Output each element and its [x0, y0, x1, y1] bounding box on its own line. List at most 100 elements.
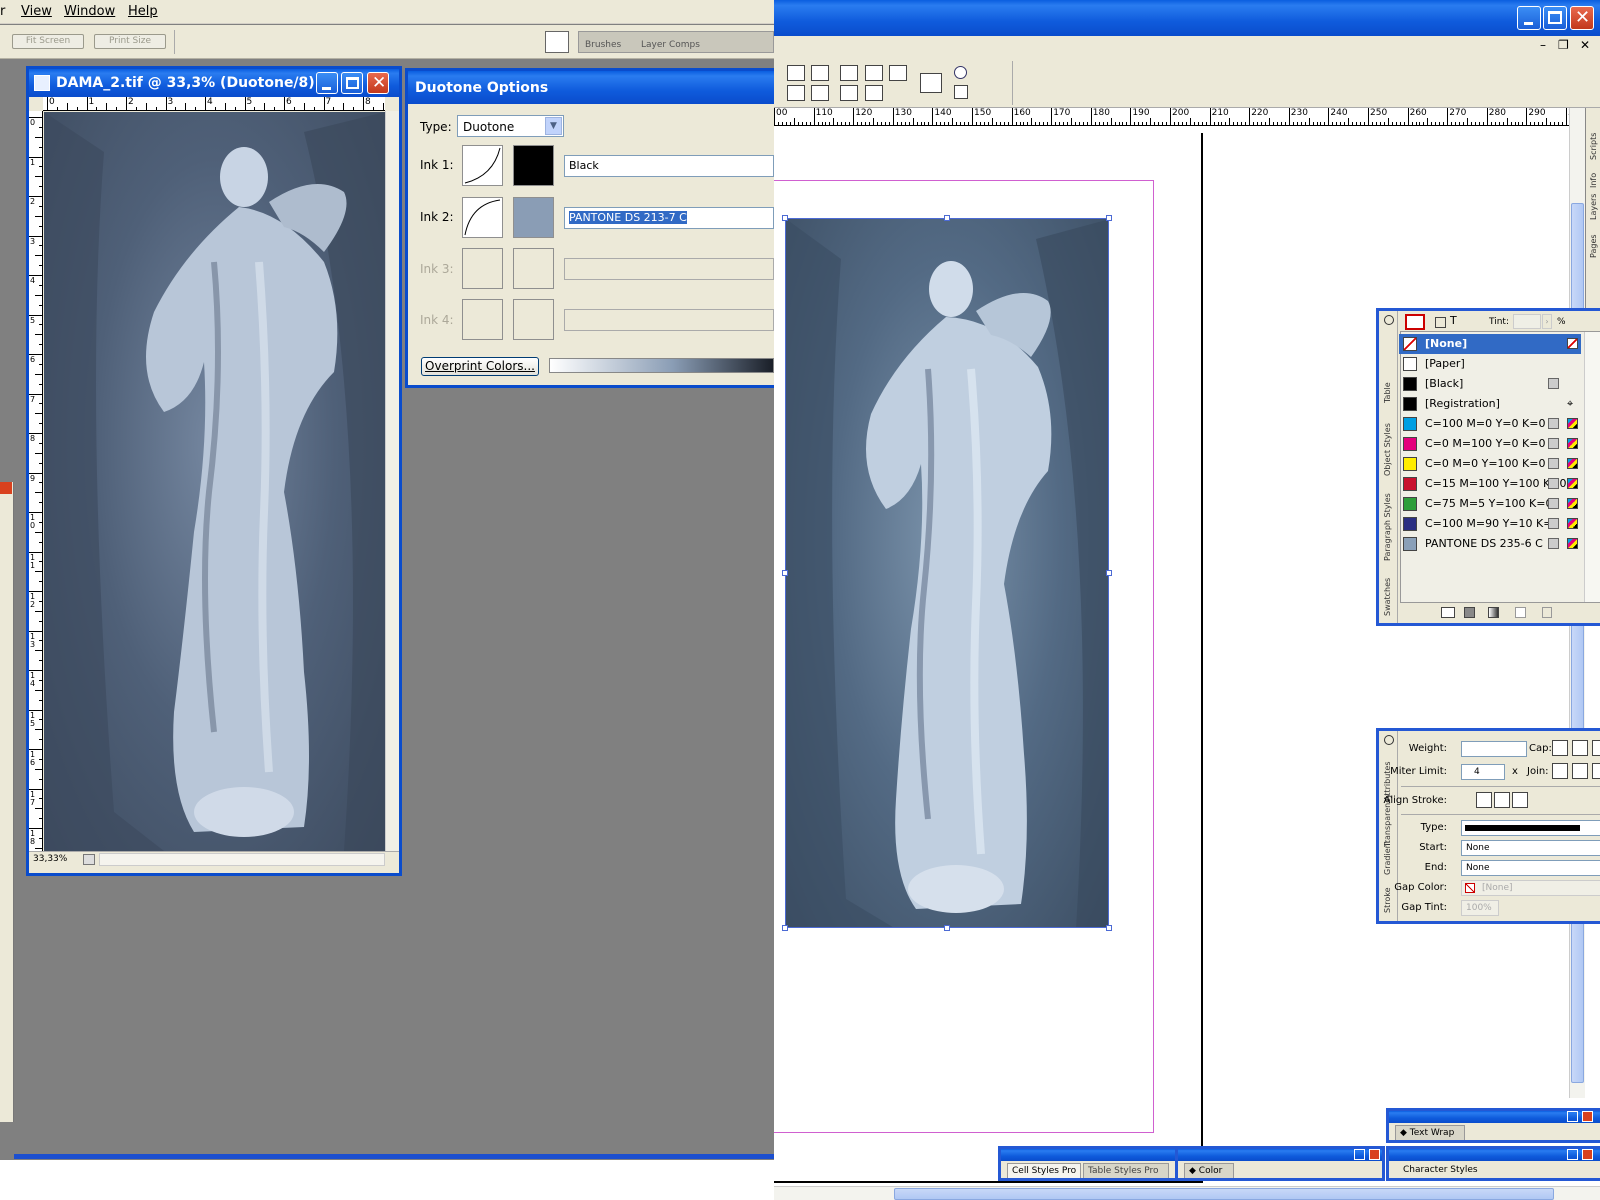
swatch-row[interactable]: C=100 M=0 Y=0 K=0 — [1399, 414, 1581, 434]
swatch-row[interactable]: PANTONE DS 235-6 C — [1399, 534, 1581, 554]
miter-limit-field[interactable]: 4 — [1461, 764, 1505, 780]
round-cap-icon[interactable] — [1572, 740, 1588, 756]
h-scroll-thumb[interactable] — [894, 1188, 1554, 1200]
tab-object-styles[interactable]: Object Styles — [1383, 423, 1392, 476]
fit-frame-icon[interactable] — [840, 65, 858, 81]
menu-help[interactable]: Help — [128, 4, 158, 19]
status-menu-icon[interactable] — [83, 854, 95, 865]
zoom-level[interactable]: 33,33% — [33, 854, 67, 864]
trash-icon[interactable] — [1542, 607, 1552, 618]
end-select[interactable]: None — [1461, 860, 1600, 876]
selection-handle[interactable] — [782, 215, 788, 221]
swatch-row[interactable]: [Black] — [1399, 374, 1581, 394]
color-titlebar[interactable] — [1178, 1149, 1382, 1161]
menu-window[interactable]: Window — [64, 4, 115, 19]
selection-handle[interactable] — [1106, 215, 1112, 221]
panel-menu-icon[interactable] — [1384, 315, 1394, 325]
ink2-curve-button[interactable] — [462, 197, 503, 238]
panel-close-icon[interactable] — [1582, 1111, 1593, 1122]
swatch-row[interactable]: [None] — [1399, 334, 1581, 354]
swatch-row[interactable]: [Paper] — [1399, 354, 1581, 374]
show-gradient-swatches-icon[interactable] — [1488, 607, 1499, 618]
miter-join-icon[interactable] — [1552, 763, 1568, 779]
tab-layer-comps[interactable]: Layer Comps — [641, 40, 700, 50]
id-minimize-button[interactable] — [1517, 6, 1541, 30]
align-inside-stroke-icon[interactable] — [1494, 792, 1510, 808]
placed-duotone-image[interactable] — [785, 218, 1109, 928]
bevel-join-icon[interactable] — [1592, 763, 1600, 779]
start-select[interactable]: None — [1461, 840, 1600, 856]
align-icon[interactable] — [787, 65, 805, 81]
show-color-swatches-icon[interactable] — [1464, 607, 1475, 618]
center-content-icon[interactable] — [889, 65, 907, 81]
stroke-type-select[interactable] — [1461, 820, 1600, 836]
indesign-titlebar[interactable]: ✕ — [774, 0, 1600, 36]
fit-screen-button[interactable]: Fit Screen — [12, 34, 84, 49]
text-format-icon[interactable]: T — [1450, 314, 1457, 327]
fit-content-icon[interactable] — [865, 65, 883, 81]
tab-pages[interactable]: Pages — [1589, 234, 1598, 258]
bridge-icon[interactable] — [920, 73, 942, 93]
minimize-button[interactable] — [316, 72, 338, 94]
ink2-color-swatch[interactable] — [513, 197, 554, 238]
swatch-row[interactable]: C=0 M=0 Y=100 K=0 — [1399, 454, 1581, 474]
ink1-curve-button[interactable] — [462, 145, 503, 186]
type-select[interactable]: Duotone ▼ — [457, 115, 564, 137]
tab-layers[interactable]: Layers — [1589, 194, 1598, 220]
left-palette-close-icon[interactable] — [0, 482, 12, 494]
align-center-icon[interactable] — [787, 85, 805, 101]
close-button[interactable]: ✕ — [367, 72, 389, 94]
mdi-minimize-icon[interactable]: – — [1540, 38, 1546, 52]
fill-frame-icon[interactable] — [840, 85, 858, 101]
menu-view[interactable]: View — [21, 4, 52, 19]
selection-handle[interactable] — [944, 925, 950, 931]
panel-max-icon[interactable] — [1354, 1149, 1365, 1160]
document-titlebar[interactable]: DAMA_2.tif @ 33,3% (Duotone/8) ✕ — [29, 69, 399, 97]
text-wrap-tab[interactable]: ◆ Text Wrap — [1395, 1125, 1465, 1140]
cell-styles-titlebar[interactable] — [1001, 1149, 1175, 1161]
dialog-titlebar[interactable]: Duotone Options — [408, 71, 774, 104]
panel-max-icon[interactable] — [1567, 1149, 1578, 1160]
id-close-button[interactable]: ✕ — [1570, 6, 1594, 30]
fit-proportional-icon[interactable] — [865, 85, 883, 101]
tab-table[interactable]: Table — [1383, 382, 1392, 403]
selection-handle[interactable] — [782, 570, 788, 576]
round-join-icon[interactable] — [1572, 763, 1588, 779]
overprint-colors-button[interactable]: Overprint Colors... — [421, 357, 539, 376]
panel-close-icon[interactable] — [1369, 1149, 1380, 1160]
panel-icon[interactable] — [954, 85, 968, 99]
color-tab[interactable]: ◆ Color — [1184, 1163, 1234, 1178]
show-all-swatches-icon[interactable] — [1441, 607, 1455, 618]
swatch-row[interactable]: C=15 M=100 Y=100 K=0 — [1399, 474, 1581, 494]
distribute-center-icon[interactable] — [811, 85, 829, 101]
tab-cell-styles-pro[interactable]: Cell Styles Pro — [1007, 1163, 1081, 1178]
butt-cap-icon[interactable] — [1552, 740, 1568, 756]
tint-arrow-icon[interactable]: › — [1542, 314, 1552, 329]
ink1-name-field[interactable]: Black — [564, 155, 774, 177]
container-icon[interactable] — [1435, 317, 1446, 328]
vertical-scrollbar[interactable] — [385, 111, 399, 851]
id-horizontal-scrollbar[interactable] — [774, 1186, 1600, 1200]
character-styles-label[interactable]: Character Styles — [1403, 1165, 1478, 1175]
tab-swatches[interactable]: Swatches — [1383, 578, 1392, 616]
align-center-stroke-icon[interactable] — [1476, 792, 1492, 808]
selection-handle[interactable] — [782, 925, 788, 931]
mdi-restore-icon[interactable]: ❐ — [1558, 38, 1569, 52]
swatch-list-scrollbar[interactable] — [1584, 332, 1600, 602]
text-wrap-titlebar[interactable] — [1389, 1111, 1600, 1123]
menu-fragment[interactable]: r — [0, 4, 5, 19]
horizontal-scrollbar[interactable] — [99, 853, 385, 866]
swatch-row[interactable]: C=100 M=90 Y=10 K=0 — [1399, 514, 1581, 534]
distribute-icon[interactable] — [811, 65, 829, 81]
weight-field[interactable] — [1461, 741, 1527, 757]
ink1-color-swatch[interactable] — [513, 145, 554, 186]
selection-handle[interactable] — [1106, 925, 1112, 931]
tab-paragraph-styles[interactable]: Paragraph Styles — [1383, 493, 1392, 561]
swatch-row[interactable]: C=75 M=5 Y=100 K=0 — [1399, 494, 1581, 514]
tab-table-styles-pro[interactable]: Table Styles Pro — [1083, 1163, 1169, 1178]
new-swatch-icon[interactable] — [1515, 607, 1526, 618]
panel-max-icon[interactable] — [1567, 1111, 1578, 1122]
selection-handle[interactable] — [944, 215, 950, 221]
square-cap-icon[interactable] — [1592, 740, 1600, 756]
swatch-row[interactable]: C=0 M=100 Y=0 K=0 — [1399, 434, 1581, 454]
